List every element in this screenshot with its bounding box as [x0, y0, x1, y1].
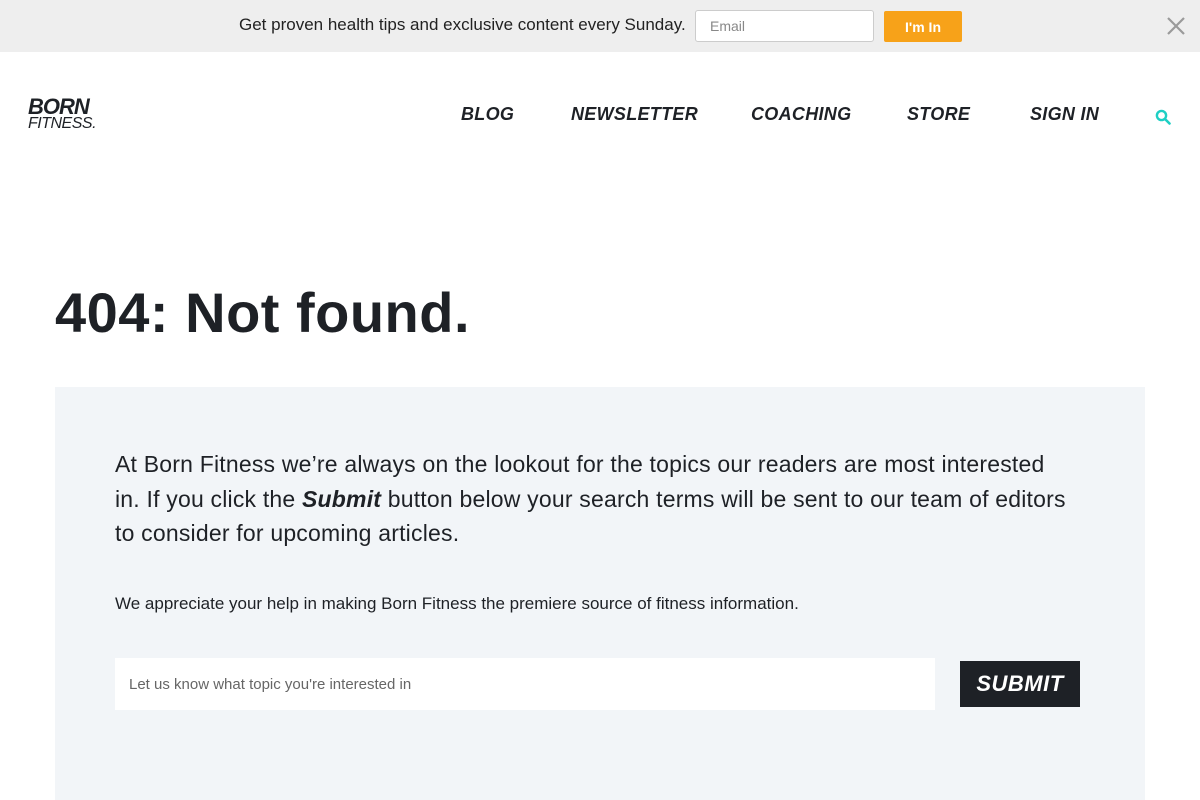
newsletter-email-input[interactable]	[695, 10, 874, 42]
newsletter-bar: Get proven health tips and exclusive con…	[0, 0, 1200, 52]
nav-item-blog[interactable]: BLOG	[461, 104, 514, 125]
search-icon[interactable]	[1155, 109, 1171, 125]
submit-button[interactable]: SUBMIT	[960, 661, 1080, 707]
born-fitness-logo[interactable]: BORN FITNESS.	[28, 94, 114, 135]
intro-submit-emphasis: Submit	[302, 485, 382, 512]
nav-item-sign-in[interactable]: SIGN IN	[1030, 104, 1099, 125]
page-title: 404: Not found.	[55, 281, 471, 344]
nav-item-store[interactable]: STORE	[907, 104, 970, 125]
logo-word-born: BORN	[28, 94, 90, 119]
nav-item-newsletter[interactable]: NEWSLETTER	[571, 104, 698, 125]
close-icon[interactable]	[1165, 15, 1187, 37]
intro-paragraph: At Born Fitness we’re always on the look…	[115, 447, 1075, 551]
topic-input[interactable]	[115, 658, 935, 710]
newsletter-submit-button[interactable]: I'm In	[884, 11, 962, 42]
appreciate-text: We appreciate your help in making Born F…	[115, 594, 799, 613]
nav-item-coaching[interactable]: COACHING	[751, 104, 851, 125]
newsletter-message: Get proven health tips and exclusive con…	[239, 15, 686, 34]
topic-request-panel: At Born Fitness we’re always on the look…	[55, 387, 1145, 800]
logo-word-fitness: FITNESS.	[28, 115, 97, 132]
